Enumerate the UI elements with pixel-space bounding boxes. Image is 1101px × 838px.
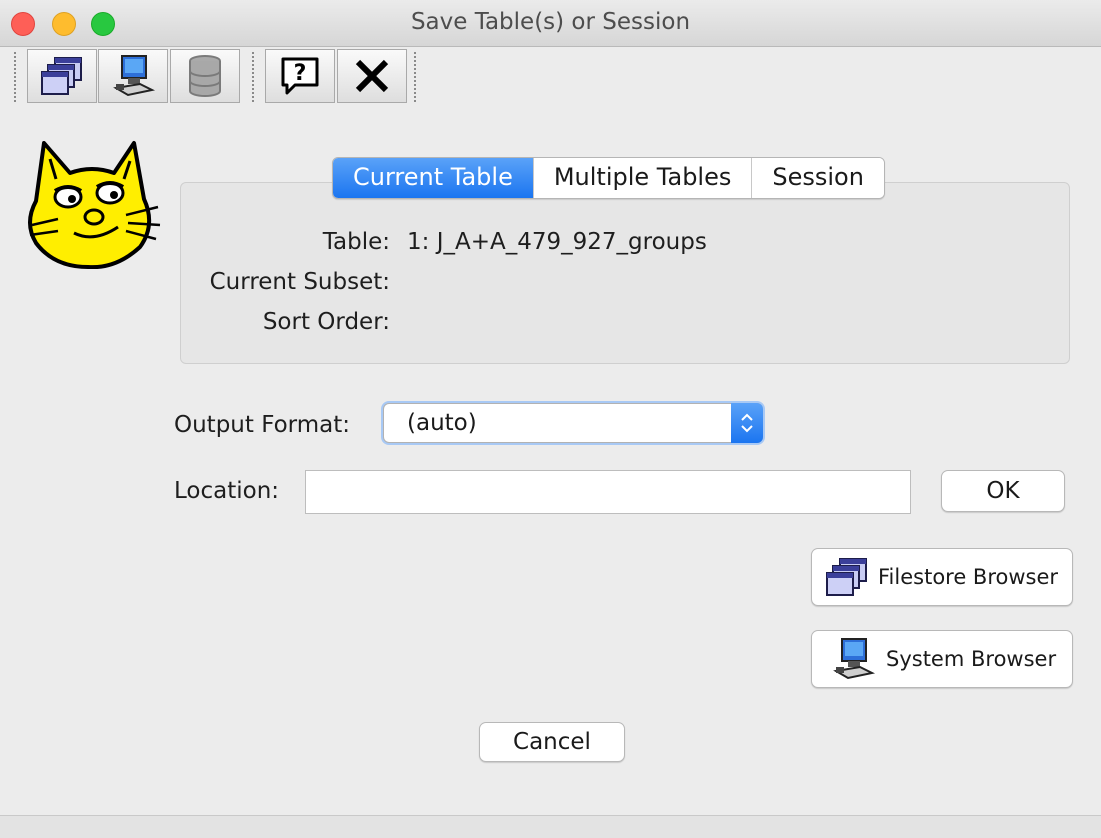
tab-multiple-tables[interactable]: Multiple Tables (532, 158, 752, 198)
table-label: Table: (322, 229, 390, 255)
system-browser-icon (833, 638, 876, 680)
toolbar-grip[interactable] (14, 52, 20, 102)
system-browser-label: System Browser (886, 647, 1057, 671)
database-icon (189, 55, 221, 97)
svg-text:?: ? (294, 61, 307, 86)
select-arrows-icon (731, 403, 763, 443)
location-label: Location: (174, 478, 280, 504)
filestore-icon (826, 558, 867, 596)
filestore-browser-button[interactable]: Filestore Browser (811, 548, 1073, 606)
sort-order-label: Sort Order: (262, 309, 390, 335)
system-browser-icon (113, 55, 156, 97)
toolbar-system-browser-button[interactable] (98, 49, 168, 103)
window-bottom-edge (0, 815, 1101, 838)
toolbar-help-button[interactable]: ? (265, 49, 335, 103)
current-subset-label: Current Subset: (209, 269, 390, 295)
toolbar-database-button[interactable] (170, 49, 240, 103)
system-browser-button[interactable]: System Browser (811, 630, 1073, 688)
tab-session[interactable]: Session (751, 158, 884, 198)
topcat-logo-icon (28, 141, 161, 269)
tab-current-table[interactable]: Current Table (333, 158, 533, 198)
window-title: Save Table(s) or Session (410, 9, 691, 35)
help-icon: ? (281, 57, 319, 95)
toolbar-close-button[interactable] (337, 49, 407, 103)
cancel-button[interactable]: Cancel (479, 722, 625, 762)
location-input[interactable] (305, 470, 911, 514)
filestore-browser-label: Filestore Browser (878, 565, 1059, 589)
toolbar-grip-end (414, 52, 420, 102)
filestore-icon (41, 57, 82, 95)
output-format-value: (auto) (407, 410, 477, 436)
output-format-select[interactable]: (auto) (383, 403, 763, 443)
output-format-label: Output Format: (174, 412, 351, 438)
title-bar: Save Table(s) or Session (0, 0, 1101, 47)
toolbar-filestore-button[interactable] (27, 49, 97, 103)
table-value: 1: J_A+A_479_927_groups (407, 229, 707, 255)
ok-button[interactable]: OK (941, 470, 1065, 512)
toolbar-separator (252, 52, 258, 102)
tab-bar: Current Table Multiple Tables Session (332, 157, 885, 199)
close-icon (355, 59, 389, 93)
